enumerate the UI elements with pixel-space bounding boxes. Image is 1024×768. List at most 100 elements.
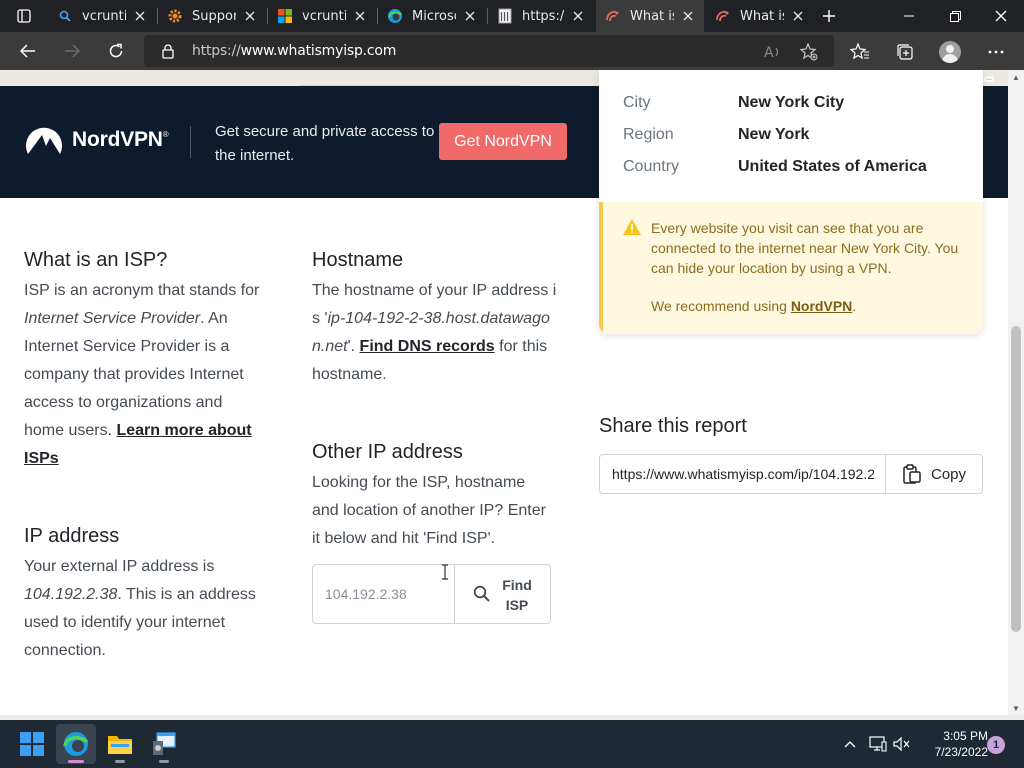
find-isp-label: Find ISP — [502, 577, 532, 613]
close-icon[interactable] — [570, 8, 586, 24]
promo-tagline: Get secure and private access to the int… — [215, 123, 435, 164]
tab-whatismyisp[interactable]: What is — [706, 0, 814, 32]
tab-title: Support — [192, 8, 236, 24]
taskbar-edge[interactable] — [56, 724, 96, 764]
microsoft-logo-icon — [276, 7, 294, 25]
url-text[interactable]: https://www.whatismyisp.com — [192, 43, 396, 59]
taskbar-app[interactable] — [144, 724, 184, 764]
tab-title: What is — [630, 8, 674, 24]
close-icon[interactable] — [462, 8, 478, 24]
add-favorite-icon[interactable] — [798, 41, 820, 63]
other-ip-section: Other IP address Looking for the ISP, ho… — [312, 439, 552, 553]
tab-vcruntime-search[interactable]: vcruntim — [48, 0, 156, 32]
start-button[interactable] — [12, 724, 52, 764]
close-icon[interactable] — [790, 8, 806, 24]
tab-support[interactable]: Support — [158, 0, 266, 32]
favorites-icon[interactable] — [848, 40, 872, 64]
notification-badge[interactable]: 1 — [987, 736, 1005, 754]
system-clock[interactable]: 3:05 PM 7/23/2022 — [916, 728, 988, 760]
volume-muted-icon[interactable] — [892, 734, 912, 754]
document-icon — [496, 7, 514, 25]
share-url-field[interactable]: https://www.whatismyisp.com/ip/104.192.2… — [612, 466, 874, 482]
close-icon[interactable] — [132, 8, 148, 24]
refresh-button[interactable] — [101, 36, 131, 66]
tab-strip: vcruntim Support vcruntim Microso https:… — [0, 0, 1024, 32]
close-window-button[interactable] — [978, 0, 1024, 32]
svg-text:A: A — [764, 45, 774, 60]
copy-button[interactable]: Copy — [885, 455, 983, 493]
nordvpn-wordmark: NordVPN® — [72, 128, 169, 151]
whatismyisp-icon — [604, 7, 622, 25]
url-scheme: https:// — [192, 43, 241, 59]
tab-title: What is — [740, 8, 784, 24]
scroll-down-arrow[interactable]: ▼ — [1008, 701, 1024, 715]
city-label: City — [623, 94, 651, 111]
ip-address-value: 104.192.2.38 — [24, 586, 118, 603]
find-isp-button[interactable]: Find ISP — [454, 565, 551, 623]
copy-label: Copy — [930, 465, 967, 483]
read-aloud-icon[interactable]: A — [762, 41, 784, 63]
scroll-up-arrow[interactable]: ▲ — [1008, 70, 1024, 84]
new-tab-button[interactable] — [816, 4, 842, 28]
clipboard-icon — [903, 464, 921, 484]
search-icon — [473, 585, 490, 602]
share-heading: Share this report — [599, 415, 747, 437]
tab-whatismyisp-active[interactable]: What is — [596, 0, 704, 32]
page-viewport: … NordVPN® Get secure and private access… — [0, 70, 1008, 715]
nordvpn-logo-icon — [26, 127, 62, 154]
lock-icon[interactable] — [160, 43, 176, 59]
tab-microsoft[interactable]: Microso — [378, 0, 486, 32]
collections-icon[interactable] — [893, 40, 917, 64]
ip-lookup-form: Find ISP — [312, 564, 551, 624]
share-report-box: https://www.whatismyisp.com/ip/104.192.2… — [599, 454, 983, 494]
tab-https[interactable]: https:// — [488, 0, 594, 32]
close-icon[interactable] — [242, 8, 258, 24]
close-icon[interactable] — [352, 8, 368, 24]
other-ip-text: Looking for the ISP, hostname and locati… — [312, 474, 546, 547]
clock-time: 3:05 PM — [943, 729, 988, 743]
hostname-text: The hostname of your IP address is 'ip-1… — [312, 282, 557, 383]
nordvpn-link[interactable]: NordVPN — [791, 298, 852, 314]
tab-title: https:// — [522, 8, 564, 24]
more-options-icon[interactable] — [984, 40, 1008, 64]
ip-search-input[interactable] — [313, 565, 454, 623]
tab-title: vcruntim — [302, 8, 346, 24]
whatismyisp-icon — [714, 7, 732, 25]
minimize-button[interactable] — [886, 0, 932, 32]
tab-title: Microso — [412, 8, 456, 24]
ip-text: Your external IP address is 104.192.2.38… — [24, 558, 256, 659]
folder-icon — [108, 736, 132, 754]
city-value: New York City — [738, 94, 845, 111]
windows-logo-icon — [20, 732, 44, 756]
search-icon — [56, 7, 74, 25]
get-nordvpn-button[interactable]: Get NordVPN — [439, 123, 567, 160]
address-bar[interactable]: https://www.whatismyisp.com A — [144, 35, 834, 67]
tab-vcruntime-microsoft[interactable]: vcruntim — [268, 0, 376, 32]
map-attribution: … — [984, 76, 994, 82]
close-icon[interactable] — [680, 8, 696, 24]
restore-button[interactable] — [932, 0, 978, 32]
network-icon[interactable] — [868, 734, 888, 754]
vpn-recommendation: We recommend using NordVPN. — [651, 298, 857, 314]
back-button[interactable] — [13, 36, 43, 66]
divider — [190, 126, 191, 158]
location-card: City New York City Region New York Count… — [599, 70, 983, 334]
profile-avatar[interactable] — [939, 41, 961, 63]
region-label: Region — [623, 126, 674, 143]
forward-button[interactable] — [57, 36, 87, 66]
app-window-icon — [153, 732, 176, 755]
show-hidden-icons-chevron-icon[interactable] — [840, 734, 860, 754]
scrollbar-thumb[interactable] — [1011, 326, 1021, 632]
tab-actions-icon[interactable] — [8, 5, 40, 27]
find-dns-records-link[interactable]: Find DNS records — [360, 338, 495, 355]
text-cursor-icon — [442, 564, 448, 580]
isp-section: What is an ISP? ISP is an acronym that s… — [24, 247, 264, 473]
warning-icon — [623, 219, 641, 235]
edge-logo-icon — [386, 7, 404, 25]
taskbar-file-explorer[interactable] — [100, 724, 140, 764]
hostname-heading: Hostname — [312, 249, 404, 271]
isp-text: ISP is an acronym that stands for Intern… — [24, 282, 260, 467]
location-warning: Every website you visit can see that you… — [599, 202, 983, 334]
other-ip-heading: Other IP address — [312, 441, 463, 463]
ip-section: IP address Your external IP address is 1… — [24, 523, 264, 665]
